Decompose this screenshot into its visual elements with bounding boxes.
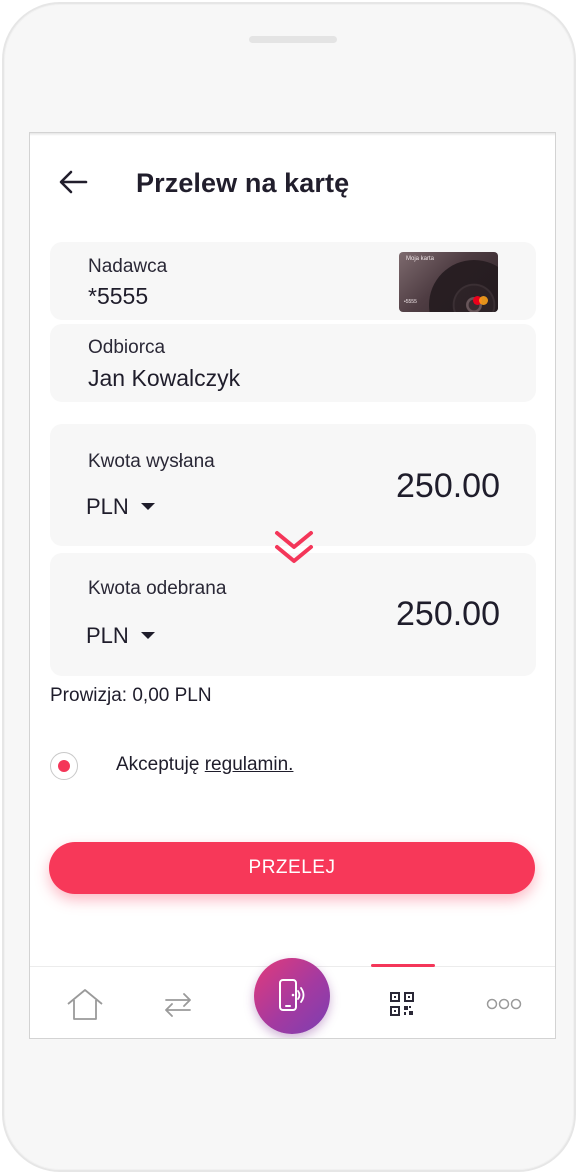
received-amount-label: Kwota odebrana <box>88 578 227 599</box>
contactless-pay-button[interactable] <box>254 958 330 1034</box>
app-screen: Przelew na kartę Nadawca *5555 Moja kart… <box>29 132 556 1039</box>
terms-text: Akceptuję regulamin. <box>116 754 293 776</box>
terms-radio[interactable] <box>50 752 78 780</box>
card-artwork <box>429 260 498 312</box>
arrow-left-icon[interactable] <box>58 169 88 195</box>
caret-down-icon <box>140 502 155 510</box>
tab-more[interactable] <box>464 967 544 1038</box>
qr-code-icon <box>390 992 414 1016</box>
sender-card[interactable]: Nadawca *5555 Moja karta •5555 <box>50 242 536 320</box>
radio-selected-dot <box>58 760 70 772</box>
sent-currency-select[interactable]: PLN <box>86 494 155 520</box>
tab-home[interactable] <box>45 967 125 1038</box>
fee-text: Prowizja: 0,00 PLN <box>50 685 212 706</box>
double-chevron-down-icon <box>275 531 313 563</box>
caret-down-icon <box>140 631 155 639</box>
card-number-text: •5555 <box>404 299 417 305</box>
card-name-text: Moja karta <box>406 256 435 262</box>
phone-contactless-icon <box>279 979 305 1011</box>
recipient-card[interactable]: Odbiorca Jan Kowalczyk <box>50 324 536 402</box>
tab-qr-code[interactable] <box>362 967 442 1038</box>
received-amount-card: Kwota odebrana PLN 250.00 <box>50 553 536 676</box>
sent-currency-value: PLN <box>86 494 129 519</box>
received-currency-value: PLN <box>86 623 129 648</box>
more-dots-icon <box>486 998 522 1010</box>
terms-prefix: Akceptuję <box>116 754 205 775</box>
received-currency-select[interactable]: PLN <box>86 623 155 649</box>
active-tab-indicator <box>371 964 435 967</box>
phone-frame: Przelew na kartę Nadawca *5555 Moja kart… <box>2 2 576 1172</box>
sent-amount-card: Kwota wysłana PLN 250.00 <box>50 424 536 546</box>
sender-value: *5555 <box>88 283 149 309</box>
sent-amount-label: Kwota wysłana <box>88 451 215 472</box>
page-title: Przelew na kartę <box>136 168 350 198</box>
sender-label: Nadawca <box>88 256 168 277</box>
tab-transfers[interactable] <box>138 967 218 1038</box>
phone-speaker <box>249 36 337 43</box>
mastercard-logo-icon <box>479 296 488 305</box>
bank-card-thumbnail[interactable]: Moja karta •5555 <box>399 252 498 312</box>
received-amount-input[interactable]: 250.00 <box>396 595 500 634</box>
transfer-button[interactable]: PRZELEJ <box>49 842 535 894</box>
recipient-label: Odbiorca <box>88 337 166 358</box>
terms-link[interactable]: regulamin. <box>205 754 294 775</box>
home-icon <box>67 989 103 1020</box>
transfer-arrows-icon <box>165 993 191 1017</box>
recipient-value: Jan Kowalczyk <box>88 365 241 391</box>
sent-amount-input[interactable]: 250.00 <box>396 467 500 506</box>
